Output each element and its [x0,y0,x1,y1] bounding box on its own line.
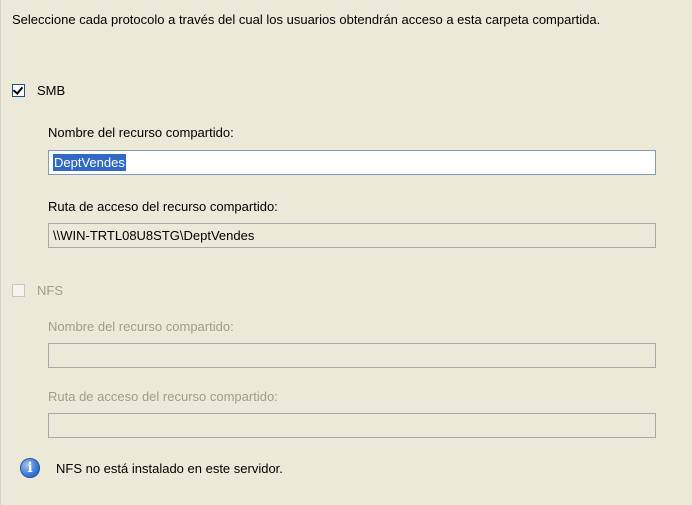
nfs-share-path-label: Ruta de acceso del recurso compartido: [48,389,278,404]
nfs-checkbox[interactable] [12,284,25,297]
smb-share-path-value: \\WIN-TRTL08U8STG\DeptVendes [53,228,255,243]
info-message-text: NFS no está instalado en este servidor. [56,460,283,476]
smb-share-name-value: DeptVendes [53,154,126,171]
instruction-text: Seleccione cada protocolo a través del c… [12,12,601,27]
protocol-selection-page: Seleccione cada protocolo a través del c… [0,0,692,505]
smb-checkbox-row[interactable]: SMB [12,83,65,98]
smb-share-path-field[interactable]: \\WIN-TRTL08U8STG\DeptVendes [48,223,656,248]
info-icon: i [20,458,40,478]
smb-checkbox-label[interactable]: SMB [37,83,65,98]
smb-share-path-label: Ruta de acceso del recurso compartido: [48,199,278,214]
smb-share-name-label: Nombre del recurso compartido: [48,125,234,140]
info-message: i NFS no está instalado en este servidor… [20,458,283,478]
smb-share-name-input[interactable]: DeptVendes [48,150,656,175]
nfs-share-name-label: Nombre del recurso compartido: [48,319,234,334]
smb-checkbox[interactable] [12,84,25,97]
nfs-checkbox-row[interactable]: NFS [12,283,63,298]
nfs-share-path-field[interactable] [48,413,656,438]
nfs-checkbox-label[interactable]: NFS [37,283,63,298]
nfs-share-name-input[interactable] [48,343,656,368]
